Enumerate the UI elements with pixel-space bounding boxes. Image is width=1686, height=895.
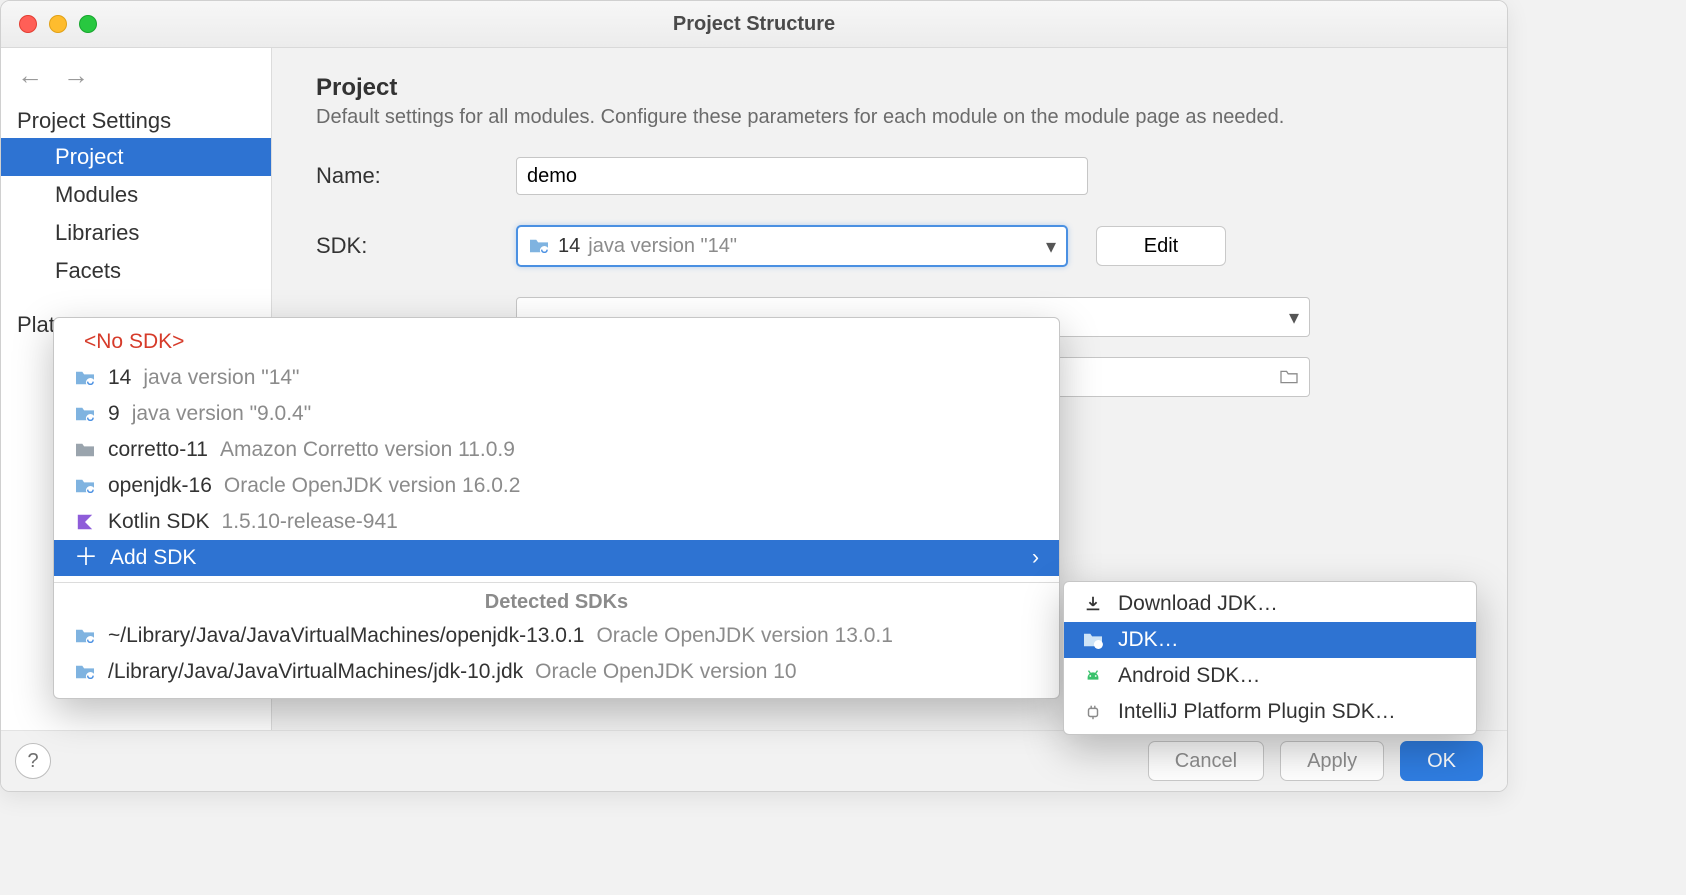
sidebar-item-modules[interactable]: Modules — [1, 176, 271, 214]
detected-sdks-heading: Detected SDKs — [54, 589, 1059, 618]
sdk-option[interactable]: openjdk-16 Oracle OpenJDK version 16.0.2 — [54, 468, 1059, 504]
submenu-download-jdk[interactable]: Download JDK… — [1064, 586, 1476, 622]
jdk-folder-icon — [528, 237, 550, 255]
back-arrow-icon[interactable]: ← — [17, 62, 43, 88]
name-row: Name: — [316, 157, 1463, 195]
jdk-folder-icon — [74, 369, 96, 387]
chevron-right-icon: › — [1032, 546, 1039, 570]
sdk-option-detail: Amazon Corretto version 11.0.9 — [220, 438, 515, 462]
detected-sdk-detail: Oracle OpenJDK version 13.0.1 — [596, 624, 892, 648]
chevron-down-icon: ▾ — [1046, 234, 1056, 259]
forward-arrow-icon[interactable]: → — [63, 62, 89, 88]
sdk-option-detail: java version "14" — [143, 366, 299, 390]
help-button[interactable]: ? — [15, 743, 51, 779]
sdk-selected-name: 14 — [558, 235, 580, 258]
cancel-button[interactable]: Cancel — [1148, 741, 1264, 781]
detected-sdk-option[interactable]: ~/Library/Java/JavaVirtualMachines/openj… — [54, 618, 1059, 654]
download-icon — [1082, 595, 1104, 613]
browse-folder-icon[interactable] — [1279, 369, 1299, 385]
sdk-selected-detail: java version "14" — [588, 235, 737, 258]
name-label: Name: — [316, 163, 516, 189]
plus-icon: ＋ — [74, 546, 98, 570]
submenu-intellij-plugin-sdk[interactable]: IntelliJ Platform Plugin SDK… — [1064, 694, 1476, 730]
dialog-footer: ? Cancel Apply OK — [1, 730, 1507, 791]
sdk-option-name: corretto-11 — [108, 438, 208, 462]
window-title: Project Structure — [1, 13, 1507, 36]
sdk-option-detail: Oracle OpenJDK version 16.0.2 — [224, 474, 520, 498]
jdk-folder-icon — [74, 477, 96, 495]
sdk-option-detail: java version "9.0.4" — [132, 402, 312, 426]
sdk-option[interactable]: Kotlin SDK 1.5.10-release-941 — [54, 504, 1059, 540]
submenu-jdk[interactable]: JDK… — [1064, 622, 1476, 658]
detected-sdk-path: ~/Library/Java/JavaVirtualMachines/openj… — [108, 624, 584, 648]
android-icon — [1082, 667, 1104, 685]
detected-sdk-path: /Library/Java/JavaVirtualMachines/jdk-10… — [108, 660, 523, 684]
jdk-folder-icon — [74, 405, 96, 423]
sdk-option[interactable]: 9 java version "9.0.4" — [54, 396, 1059, 432]
sdk-option[interactable]: 14 java version "14" — [54, 360, 1059, 396]
sdk-option-name: 9 — [108, 402, 120, 426]
sidebar-heading-project-settings: Project Settings — [1, 98, 271, 138]
ok-button[interactable]: OK — [1400, 741, 1483, 781]
sdk-combobox[interactable]: 14 java version "14" ▾ — [516, 225, 1068, 267]
sdk-option-name: Kotlin SDK — [108, 510, 210, 534]
sdk-label: SDK: — [316, 233, 516, 259]
sdk-option-no-sdk[interactable]: <No SDK> — [54, 324, 1059, 360]
titlebar: Project Structure — [1, 1, 1507, 48]
sdk-dropdown-popup: <No SDK> 14 java version "14" 9 java ver… — [53, 317, 1060, 699]
page-title: Project — [316, 74, 1463, 102]
add-sdk-label: Add SDK — [110, 546, 196, 570]
sdk-row: SDK: 14 java version "14" ▾ Edit — [316, 225, 1463, 267]
sdk-option[interactable]: corretto-11 Amazon Corretto version 11.0… — [54, 432, 1059, 468]
jdk-folder-icon — [1082, 631, 1104, 649]
kotlin-icon — [74, 513, 96, 531]
submenu-label: IntelliJ Platform Plugin SDK… — [1118, 700, 1396, 724]
edit-sdk-button[interactable]: Edit — [1096, 226, 1226, 266]
sidebar-item-project[interactable]: Project — [1, 138, 271, 176]
add-sdk-submenu: Download JDK… JDK… Android SDK… IntelliJ… — [1063, 581, 1477, 735]
sdk-option-name: 14 — [108, 366, 131, 390]
add-sdk-menu[interactable]: ＋ Add SDK › — [54, 540, 1059, 576]
submenu-android-sdk[interactable]: Android SDK… — [1064, 658, 1476, 694]
sidebar-item-facets[interactable]: Facets — [1, 252, 271, 290]
page-subtitle: Default settings for all modules. Config… — [316, 106, 1463, 129]
detected-sdk-detail: Oracle OpenJDK version 10 — [535, 660, 796, 684]
apply-button[interactable]: Apply — [1280, 741, 1384, 781]
sdk-option-detail: 1.5.10-release-941 — [222, 510, 398, 534]
sdk-option-name: openjdk-16 — [108, 474, 212, 498]
submenu-label: JDK… — [1118, 628, 1179, 652]
project-name-input[interactable] — [516, 157, 1088, 195]
jdk-folder-icon — [74, 627, 96, 645]
sidebar-item-libraries[interactable]: Libraries — [1, 214, 271, 252]
detected-sdk-option[interactable]: /Library/Java/JavaVirtualMachines/jdk-10… — [54, 654, 1059, 690]
submenu-label: Download JDK… — [1118, 592, 1278, 616]
plugin-icon — [1082, 703, 1104, 721]
chevron-down-icon: ▾ — [1289, 305, 1299, 330]
jdk-folder-icon — [74, 663, 96, 681]
submenu-label: Android SDK… — [1118, 664, 1260, 688]
folder-icon — [74, 441, 96, 459]
nav-arrows: ← → — [1, 48, 271, 98]
project-structure-window: Project Structure ← → Project Settings P… — [0, 0, 1508, 792]
separator — [54, 582, 1059, 583]
